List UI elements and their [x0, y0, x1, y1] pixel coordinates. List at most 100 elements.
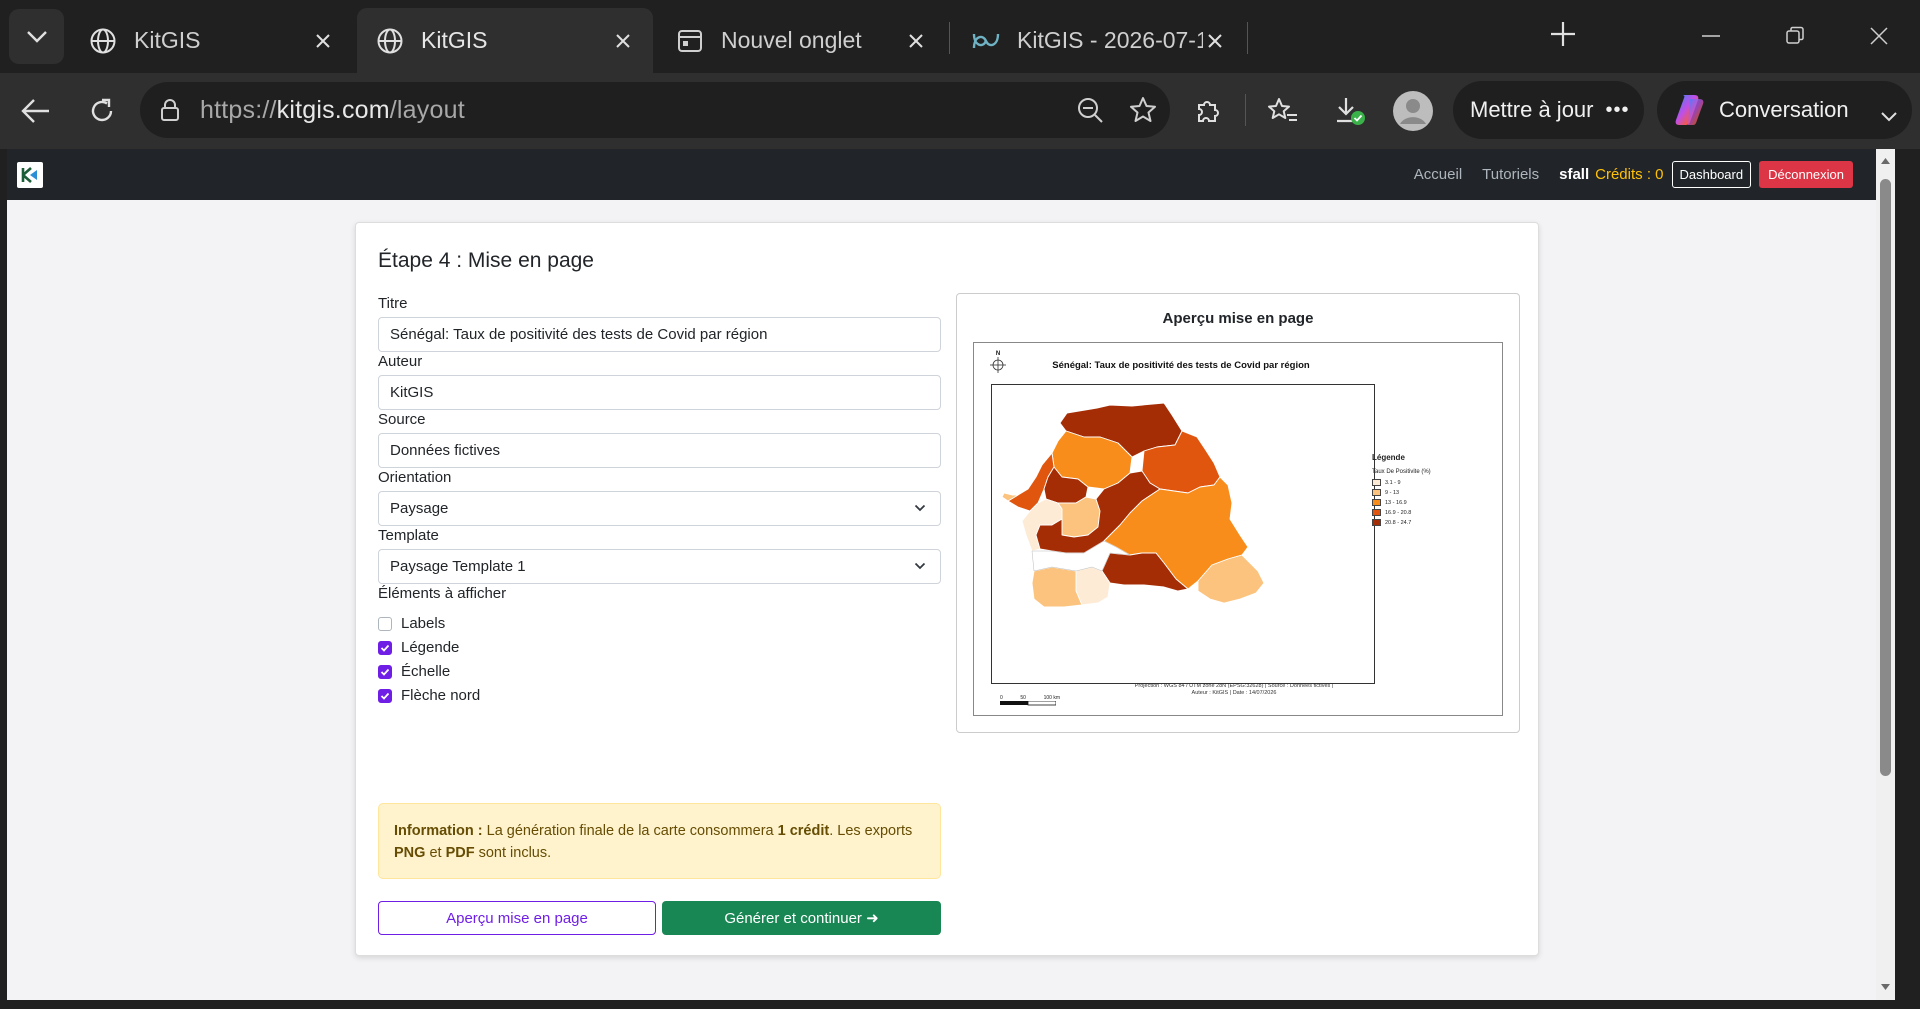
new-tab-button[interactable] — [1543, 16, 1583, 52]
close-tab-icon[interactable] — [904, 29, 928, 53]
favorite-star-icon[interactable] — [1128, 95, 1158, 130]
info-prefix: Information : — [394, 823, 483, 839]
orientation-select[interactable]: Paysage — [378, 491, 941, 526]
globe-icon — [375, 26, 405, 56]
close-tab-icon[interactable] — [311, 29, 335, 53]
source-input[interactable]: Données fictives — [378, 433, 941, 468]
scroll-up-arrow-icon[interactable] — [1880, 157, 1891, 165]
back-button[interactable] — [14, 89, 58, 133]
close-tab-icon[interactable] — [1203, 29, 1227, 53]
profile-button[interactable] — [1391, 89, 1435, 133]
dashboard-button[interactable]: Dashboard — [1671, 160, 1752, 188]
logout-button[interactable]: Déconnexion — [1759, 160, 1853, 188]
browser-tab-1[interactable]: KitGIS — [70, 8, 353, 73]
info-credit: 1 crédit — [777, 823, 830, 839]
vertical-scrollbar[interactable] — [1876, 149, 1895, 1000]
url-scheme: https:// — [200, 95, 277, 124]
senegal-choropleth-map — [1001, 402, 1265, 608]
map-footer: Projection : WGS 84 / UTM zone 28N (EPSG… — [1084, 683, 1384, 697]
tab-title: Nouvel onglet — [721, 27, 862, 53]
chevron-down-icon — [914, 562, 926, 570]
info-pdf: PDF — [445, 845, 475, 861]
info-alert: Information : La génération finale de la… — [378, 803, 941, 879]
checkbox-echelle-box[interactable] — [378, 664, 392, 679]
site-info-icon[interactable] — [158, 98, 182, 122]
checkbox-fleche-nord-box[interactable] — [378, 688, 392, 703]
restore-icon — [1786, 26, 1804, 44]
tab-title: KitGIS — [134, 27, 201, 53]
restore-button[interactable] — [1775, 18, 1815, 54]
address-bar[interactable]: https://kitgis.com/layout — [140, 82, 1170, 138]
browser-toolbar: https://kitgis.com/layout Mettre à jour … — [0, 73, 1920, 149]
checkbox-legende-box[interactable] — [378, 640, 392, 655]
checkbox-labels-box[interactable] — [378, 616, 392, 631]
legend-swatch — [1372, 479, 1381, 486]
scale-bar: 0 50 100 km — [1000, 695, 1060, 708]
zoom-out-icon[interactable] — [1076, 96, 1104, 129]
template-selected-value: Paysage Template 1 — [390, 558, 526, 575]
kitgis-logo[interactable] — [17, 162, 43, 188]
more-options-icon[interactable]: ••• — [1606, 99, 1630, 122]
title-input[interactable]: Sénégal: Taux de positivité des tests de… — [378, 317, 941, 352]
tab-separator — [949, 22, 950, 54]
legend-item-label: 9 - 13 — [1385, 489, 1400, 496]
preview-sheet: N Sénégal: Taux de positivité des tests … — [973, 342, 1503, 716]
chevron-down-icon — [26, 30, 47, 43]
scroll-down-arrow-icon[interactable] — [1880, 983, 1891, 991]
close-window-button[interactable] — [1859, 18, 1899, 54]
scale-bar-graphic — [1000, 700, 1057, 706]
info-text-3: sont inclus. — [478, 845, 552, 861]
new-tab-icon — [675, 26, 705, 56]
page-title: Étape 4 : Mise en page — [378, 249, 594, 272]
nav-link-tutoriels[interactable]: Tutoriels — [1482, 166, 1539, 183]
checkbox-echelle[interactable]: Échelle — [378, 663, 450, 680]
plus-icon — [1551, 22, 1575, 46]
copilot-conversation-button[interactable]: Conversation — [1657, 81, 1912, 139]
info-png: PNG — [394, 845, 426, 861]
navbar-right: Accueil Tutoriels sfall Crédits : 0 Dash… — [1414, 160, 1853, 188]
favorites-button[interactable] — [1261, 89, 1305, 133]
nav-credits: Crédits : 0 — [1595, 165, 1664, 183]
reload-button[interactable] — [80, 89, 124, 133]
close-tab-icon[interactable] — [611, 29, 635, 53]
legend-item: 16.9 - 20.8 — [1372, 509, 1431, 516]
url-path: /layout — [389, 95, 465, 124]
update-browser-button[interactable]: Mettre à jour ••• — [1453, 81, 1644, 139]
map-frame — [991, 384, 1375, 684]
elements-label: Éléments à afficher — [378, 585, 507, 602]
copilot-tab-icon — [971, 26, 1001, 56]
minimize-button[interactable] — [1691, 18, 1731, 54]
source-label: Source — [378, 411, 426, 428]
checkbox-label: Légende — [401, 639, 460, 656]
logo-mark-icon — [21, 167, 37, 183]
map-legend: Légende Taux De Positivite (%) 3.1 - 9 9… — [1372, 453, 1431, 529]
legend-item: 3.1 - 9 — [1372, 479, 1431, 486]
scrollbar-thumb[interactable] — [1880, 179, 1891, 776]
browser-tab-4[interactable]: KitGIS - 2026-07-12 - Table — [953, 8, 1245, 73]
preview-layout-button[interactable]: Aperçu mise en page — [378, 901, 656, 935]
legend-swatch — [1372, 499, 1381, 506]
checkbox-legende[interactable]: Légende — [378, 639, 459, 656]
tab-title: KitGIS — [421, 27, 488, 53]
template-select[interactable]: Paysage Template 1 — [378, 549, 941, 584]
legend-item: 20.8 - 24.7 — [1372, 519, 1431, 526]
nav-link-accueil[interactable]: Accueil — [1414, 166, 1462, 183]
puzzle-icon — [1198, 101, 1219, 122]
legend-swatch — [1372, 489, 1381, 496]
browser-tab-2-active[interactable]: KitGIS — [357, 8, 653, 73]
generate-continue-button[interactable]: Générer et continuer ➜ — [662, 901, 941, 935]
close-icon — [1870, 27, 1888, 45]
checkbox-fleche-nord[interactable]: Flèche nord — [378, 687, 480, 704]
author-label: Auteur — [378, 353, 423, 370]
favorites-star-list-icon — [1268, 98, 1297, 121]
downloads-button[interactable] — [1328, 89, 1372, 133]
legend-swatch — [1372, 519, 1381, 526]
extensions-button[interactable] — [1186, 89, 1230, 133]
tab-actions-menu-button[interactable] — [9, 9, 64, 64]
chevron-down-icon[interactable] — [1880, 103, 1898, 129]
checkbox-labels[interactable]: Labels — [378, 615, 445, 632]
browser-tab-3[interactable]: Nouvel onglet — [657, 8, 946, 73]
author-input[interactable]: KitGIS — [378, 375, 941, 410]
legend-item-label: 3.1 - 9 — [1385, 479, 1401, 486]
legend-item-label: 16.9 - 20.8 — [1385, 509, 1412, 516]
